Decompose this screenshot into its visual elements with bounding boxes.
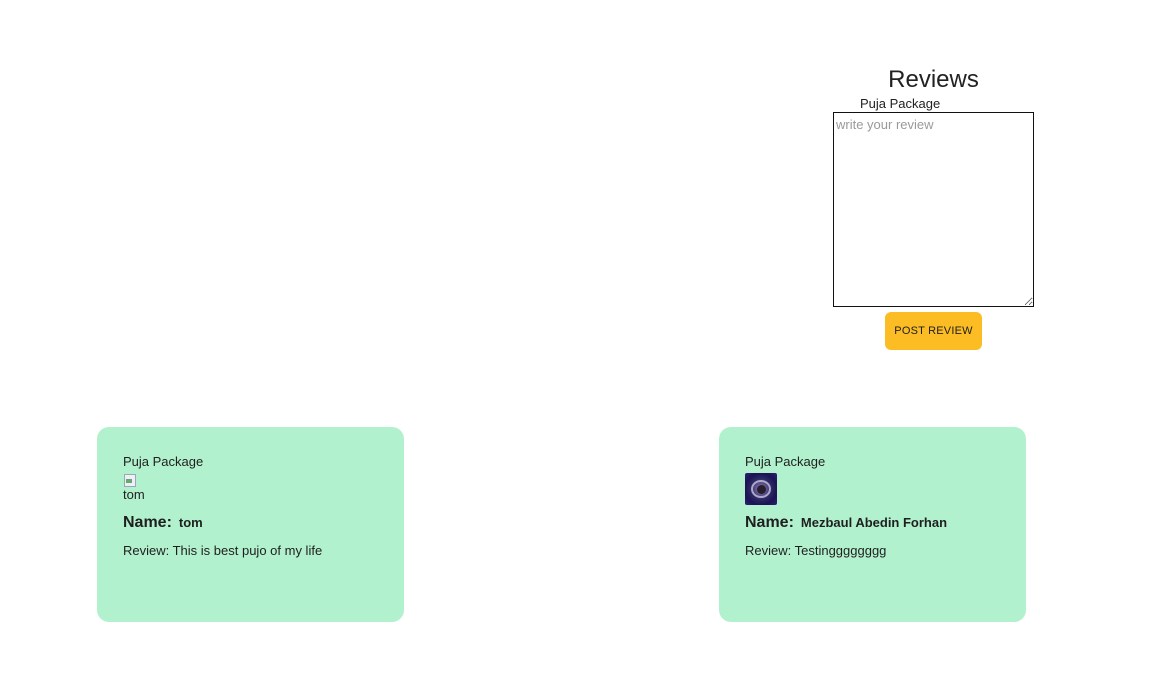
post-review-button[interactable]: POST REVIEW xyxy=(885,312,982,350)
card-package-label: Puja Package xyxy=(123,454,204,469)
avatar xyxy=(745,473,777,505)
review-card: Puja Package tom Name: tom Review: This … xyxy=(97,427,404,622)
name-label: Name: xyxy=(123,514,172,531)
card-package-label: Puja Package xyxy=(745,454,826,469)
avatar-alt-text: tom xyxy=(123,487,145,502)
name-row: Name: Mezbaul Abedin Forhan xyxy=(745,514,1000,532)
broken-image-icon xyxy=(123,473,137,487)
name-label: Name: xyxy=(745,514,794,531)
reviewer-name: Mezbaul Abedin Forhan xyxy=(800,515,948,530)
review-textarea[interactable] xyxy=(833,112,1034,307)
review-text: Review: This is best pujo of my life xyxy=(123,543,323,558)
review-text: Review: Testingggggggg xyxy=(745,543,887,558)
reviews-page: Reviews Puja Package POST REVIEW Puja Pa… xyxy=(0,0,1166,679)
reviewer-name: tom xyxy=(178,515,203,530)
avatar: tom xyxy=(123,473,378,505)
reviews-heading: Reviews xyxy=(888,66,979,93)
package-label: Puja Package xyxy=(860,96,941,111)
name-row: Name: tom xyxy=(123,514,378,532)
review-card: Puja Package Name: Mezbaul Abedin Forhan… xyxy=(719,427,1026,622)
